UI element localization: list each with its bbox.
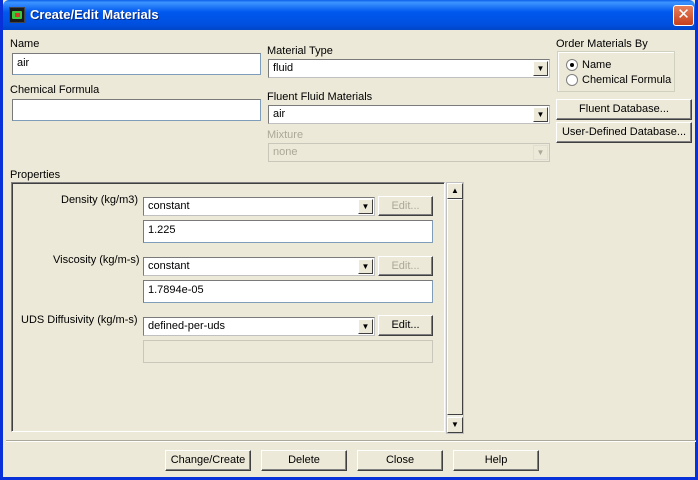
viscosity-value-input[interactable]: 1.7894e-05: [143, 280, 433, 303]
order-by-chemical-formula-radio[interactable]: [566, 74, 578, 86]
density-method-dropdown[interactable]: constant ▼: [143, 197, 375, 216]
chevron-down-icon[interactable]: ▼: [533, 107, 548, 122]
chevron-down-icon[interactable]: ▼: [358, 199, 373, 214]
scrollbar-thumb[interactable]: [447, 199, 463, 415]
properties-scrollbar[interactable]: ▲ ▼: [446, 182, 464, 434]
name-input[interactable]: air: [12, 53, 261, 75]
fluent-fluid-materials-value: air: [273, 108, 286, 120]
fluent-database-button[interactable]: Fluent Database...: [556, 99, 692, 120]
user-defined-database-button[interactable]: User-Defined Database...: [556, 122, 692, 143]
density-value-input[interactable]: 1.225: [143, 220, 433, 243]
order-by-chemical-formula-label[interactable]: Chemical Formula: [582, 74, 671, 86]
order-by-name-label[interactable]: Name: [582, 59, 611, 71]
close-window-button[interactable]: ✕: [673, 5, 694, 26]
scroll-up-icon[interactable]: ▲: [447, 183, 463, 199]
help-button[interactable]: Help: [453, 450, 539, 471]
material-type-dropdown[interactable]: fluid ▼: [268, 59, 550, 78]
create-edit-materials-window: Create/Edit Materials ✕ Name air Chemica…: [0, 0, 698, 480]
mixture-value: none: [273, 146, 298, 158]
delete-button[interactable]: Delete: [261, 450, 347, 471]
mixture-dropdown: none ▼: [268, 143, 550, 162]
close-button[interactable]: Close: [357, 450, 443, 471]
app-icon: [9, 7, 25, 23]
chevron-down-icon[interactable]: ▼: [358, 259, 373, 274]
change-create-button[interactable]: Change/Create: [165, 450, 251, 471]
material-type-value: fluid: [273, 62, 294, 74]
scroll-down-icon[interactable]: ▼: [447, 417, 463, 433]
close-icon: ✕: [677, 6, 690, 23]
name-label: Name: [10, 38, 40, 50]
properties-label: Properties: [10, 169, 61, 181]
order-by-name-radio[interactable]: [566, 59, 578, 71]
uds-diffusivity-edit-button[interactable]: Edit...: [378, 315, 433, 336]
material-type-label: Material Type: [267, 45, 333, 57]
order-by-label: Order Materials By: [556, 38, 648, 50]
title-bar[interactable]: Create/Edit Materials ✕: [3, 0, 695, 30]
chevron-down-icon[interactable]: ▼: [533, 61, 548, 76]
uds-diffusivity-label: UDS Diffusivity (kg/m-s): [21, 314, 138, 326]
uds-diffusivity-method-dropdown[interactable]: defined-per-uds ▼: [143, 317, 375, 336]
fluent-fluid-materials-dropdown[interactable]: air ▼: [268, 105, 550, 124]
viscosity-edit-button: Edit...: [378, 256, 433, 276]
density-label: Density (kg/m3): [61, 194, 139, 206]
fluent-fluid-materials-label: Fluent Fluid Materials: [267, 91, 373, 103]
mixture-label: Mixture: [267, 129, 304, 141]
chevron-down-icon[interactable]: ▼: [358, 319, 373, 334]
chemical-formula-input[interactable]: [12, 99, 261, 121]
uds-diffusivity-method-value: defined-per-uds: [148, 320, 226, 332]
density-edit-button: Edit...: [378, 196, 433, 216]
chevron-down-icon: ▼: [533, 145, 548, 160]
order-by-group: Name Chemical Formula: [557, 51, 675, 92]
density-method-value: constant: [148, 200, 190, 212]
window-title: Create/Edit Materials: [30, 7, 159, 22]
bottom-separator: [6, 440, 696, 442]
uds-diffusivity-value-input: [143, 340, 433, 363]
viscosity-label: Viscosity (kg/m-s): [53, 254, 140, 266]
viscosity-method-value: constant: [148, 260, 190, 272]
viscosity-method-dropdown[interactable]: constant ▼: [143, 257, 375, 276]
chemical-formula-label: Chemical Formula: [10, 84, 100, 96]
